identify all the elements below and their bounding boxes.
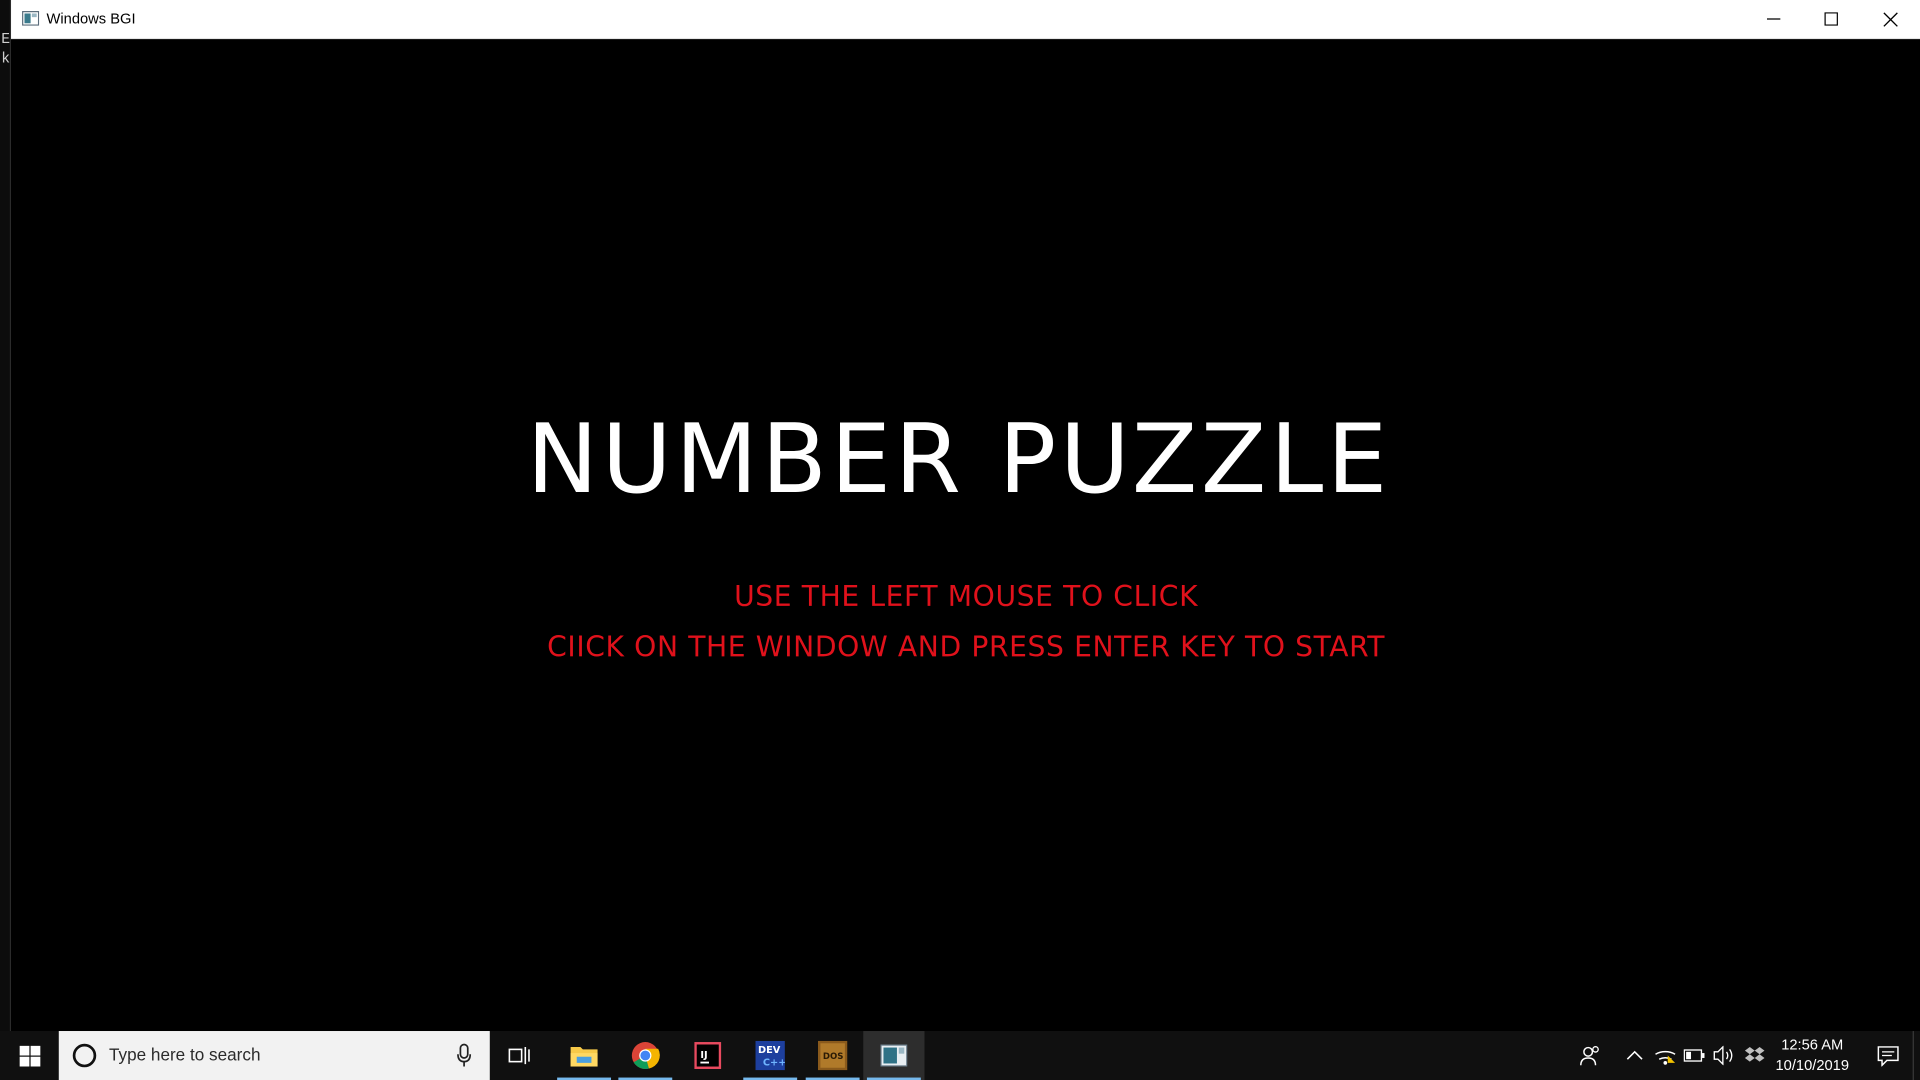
search-placeholder: Type here to search <box>108 1044 261 1065</box>
minimize-icon <box>1766 18 1781 20</box>
task-view-icon <box>508 1046 530 1065</box>
dropbox-icon <box>1744 1046 1765 1062</box>
people-button[interactable] <box>1578 1043 1602 1067</box>
taskbar-file-explorer[interactable] <box>553 1031 614 1080</box>
instruction-mouse: USE THE LEFT MOUSE TO CLICK <box>734 581 1199 614</box>
dropbox-button[interactable] <box>1742 1043 1766 1067</box>
microphone-icon[interactable] <box>456 1043 473 1067</box>
system-clock[interactable]: 12:56 AM 10/10/2019 <box>1767 1035 1858 1077</box>
app-window-icon <box>22 11 40 26</box>
people-icon <box>1580 1046 1599 1066</box>
task-view-button[interactable] <box>490 1031 549 1080</box>
taskbar-intellij[interactable]: IJ <box>677 1031 738 1080</box>
maximize-icon <box>1824 12 1838 26</box>
volume-button[interactable] <box>1712 1043 1736 1067</box>
taskbar: Type here to search IJ DEV C++ DOS 12:56… <box>0 1031 1920 1080</box>
clock-time: 12:56 AM <box>1781 1035 1844 1054</box>
show-hidden-icons-button[interactable] <box>1622 1043 1646 1067</box>
volume-icon <box>1713 1045 1733 1066</box>
dosbox-icon: DOS <box>817 1040 848 1071</box>
taskbar-dosbox[interactable]: DOS <box>802 1031 863 1080</box>
minimize-button[interactable] <box>1745 0 1803 38</box>
window-titlebar[interactable]: Windows BGI <box>11 0 1920 40</box>
svg-text:DEV: DEV <box>758 1045 781 1056</box>
network-button[interactable] <box>1653 1043 1677 1067</box>
chrome-icon <box>631 1042 660 1069</box>
start-button[interactable] <box>0 1031 59 1080</box>
svg-text:DOS: DOS <box>823 1052 844 1062</box>
intellij-icon: IJ <box>694 1042 722 1069</box>
show-desktop-button[interactable] <box>1912 1031 1920 1080</box>
bgi-window: Windows BGI NUMBER PUZZLE USE THE LEFT M… <box>9 0 1920 1032</box>
game-canvas[interactable]: NUMBER PUZZLE USE THE LEFT MOUSE TO CLIC… <box>11 39 1920 1032</box>
maximize-button[interactable] <box>1802 0 1860 38</box>
svg-text:C++: C++ <box>763 1057 785 1068</box>
game-title: NUMBER PUZZLE <box>526 405 1391 516</box>
taskbar-search[interactable]: Type here to search <box>58 1031 490 1080</box>
wifi-icon <box>1655 1050 1676 1065</box>
taskbar-chrome[interactable] <box>615 1031 676 1080</box>
screen: E k Windows BGI NUMBER PUZZLE USE THE LE… <box>0 0 1920 1080</box>
notification-icon <box>1877 1045 1899 1066</box>
close-button[interactable] <box>1860 0 1920 38</box>
battery-button[interactable] <box>1682 1043 1706 1067</box>
windows-logo-icon <box>18 1045 40 1066</box>
window-title: Windows BGI <box>46 9 136 27</box>
chevron-up-icon <box>1626 1050 1643 1060</box>
taskbar-windows-bgi[interactable] <box>863 1031 925 1080</box>
folder-icon <box>570 1046 598 1067</box>
action-center-button[interactable] <box>1864 1031 1913 1080</box>
close-icon <box>1883 11 1898 27</box>
instruction-start: CIICK ON THE WINDOW AND PRESS ENTER KEY … <box>547 631 1386 664</box>
bgi-window-icon <box>880 1044 908 1067</box>
clock-date: 10/10/2019 <box>1775 1056 1850 1074</box>
cortana-icon <box>72 1043 97 1068</box>
svg-text:IJ: IJ <box>700 1050 707 1061</box>
taskbar-devcpp[interactable]: DEV C++ <box>740 1031 801 1080</box>
devcpp-icon: DEV C++ <box>755 1040 785 1071</box>
battery-icon <box>1683 1049 1705 1062</box>
